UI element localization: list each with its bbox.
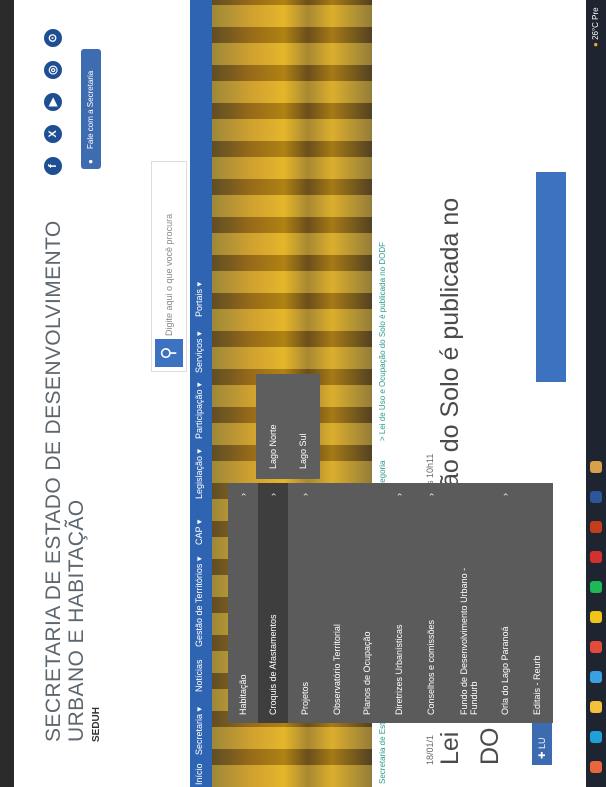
article-headline-line2: DO xyxy=(476,727,504,766)
facebook-icon[interactable]: f xyxy=(44,157,62,175)
site-title[interactable]: SECRETARIA DE ESTADO DE DESENVOLVIMENTO … xyxy=(42,182,88,742)
nav-portais[interactable]: Portais ▾ xyxy=(194,282,205,317)
contact-button[interactable]: ● Fale com a Secretaria xyxy=(81,49,101,169)
instagram-icon[interactable]: ◎ xyxy=(44,61,62,79)
nav-noticias[interactable]: Notícias xyxy=(194,659,204,692)
article-time: s 10h11 xyxy=(425,453,435,485)
territorios-dropdown: Habitação › Croquis de Afastamentos › Proj… xyxy=(228,483,553,723)
powerpoint-icon[interactable] xyxy=(590,521,602,533)
word-icon[interactable] xyxy=(590,491,602,503)
breadcrumb-current: > Lei de Uso e Ocupação do Solo é public… xyxy=(378,241,387,441)
app-icon[interactable] xyxy=(590,461,602,473)
firefox-icon[interactable] xyxy=(590,761,602,773)
sidebar-card[interactable] xyxy=(536,172,566,382)
dropdown-item-conselhos[interactable]: Conselhos e comissões › xyxy=(416,483,446,723)
x-twitter-icon[interactable]: X xyxy=(44,125,62,143)
dropdown-item-fundurb[interactable]: Fundo de Desenvolvimento Urbano - Fundur… xyxy=(448,483,490,723)
chevron-right-icon: › xyxy=(238,493,248,496)
plus-icon: ✚ xyxy=(537,748,547,759)
store-icon[interactable] xyxy=(590,671,602,683)
nav-gestao-territorios[interactable]: Gestão de Territórios ▾ xyxy=(194,557,205,647)
dropdown-item-planos[interactable]: Planos de Ocupação xyxy=(352,483,382,723)
submenu-lago-norte[interactable]: Lago Norte xyxy=(258,374,288,479)
weather-icon: ● xyxy=(591,42,600,47)
chevron-right-icon: › xyxy=(268,493,278,496)
chat-icon: ● xyxy=(86,159,95,164)
dropdown-item-diretrizes[interactable]: Diretrizes Urbanísticas › xyxy=(384,483,414,723)
edge-icon[interactable] xyxy=(590,731,602,743)
nav-legislacao[interactable]: Legislação ▾ xyxy=(194,449,205,499)
chevron-right-icon: › xyxy=(300,493,310,496)
site-header xyxy=(14,0,190,787)
dropdown-item-projetos[interactable]: Projetos › xyxy=(290,483,320,723)
sticky-notes-icon[interactable] xyxy=(590,611,602,623)
chevron-right-icon: › xyxy=(500,493,510,496)
weather-widget[interactable]: ● 26°C Pre xyxy=(591,7,600,47)
chrome-icon[interactable] xyxy=(590,641,602,653)
nav-participacao[interactable]: Participação ▾ xyxy=(194,382,205,439)
site-subtitle: SEDUH xyxy=(91,706,102,742)
chevron-right-icon: › xyxy=(426,493,436,496)
croquis-submenu: Lago Norte Lago Sul xyxy=(256,374,320,479)
taskbar xyxy=(586,0,606,787)
search-icon: ⚲ xyxy=(158,346,178,360)
submenu-lago-sul[interactable]: Lago Sul xyxy=(288,374,318,479)
article-headline-part1: Lei xyxy=(436,731,464,765)
nav-inicio[interactable]: Início xyxy=(194,763,204,785)
browser-top-strip xyxy=(0,0,14,787)
flickr-icon[interactable]: ⊙ xyxy=(44,29,62,47)
dropdown-item-orla[interactable]: Orla do Lago Paranoá › xyxy=(490,483,520,723)
dropdown-item-habitacao[interactable]: Habitação › xyxy=(228,483,258,723)
acrobat-icon[interactable] xyxy=(590,551,602,563)
nav-servicos[interactable]: Serviços ▾ xyxy=(194,331,205,373)
dropdown-item-observatorio[interactable]: Observatório Territorial xyxy=(322,483,352,723)
dropdown-item-editais[interactable]: Editais - Reurb xyxy=(522,483,552,723)
file-explorer-icon[interactable] xyxy=(590,701,602,713)
article-headline-part2: ão do Solo é publicada no xyxy=(436,197,464,487)
nav-cap[interactable]: CAP ▾ xyxy=(194,520,205,545)
article-date: 18/01/1 xyxy=(425,734,435,765)
dropdown-item-croquis[interactable]: Croquis de Afastamentos › xyxy=(258,483,288,723)
youtube-icon[interactable]: ▶ xyxy=(44,93,62,111)
breadcrumb-category[interactable]: tegoria xyxy=(372,461,394,485)
nav-secretaria[interactable]: Secretaria ▾ xyxy=(194,707,205,755)
search-button[interactable]: ⚲ xyxy=(155,339,183,367)
chevron-right-icon: › xyxy=(394,493,404,496)
spotify-icon[interactable] xyxy=(590,581,602,593)
